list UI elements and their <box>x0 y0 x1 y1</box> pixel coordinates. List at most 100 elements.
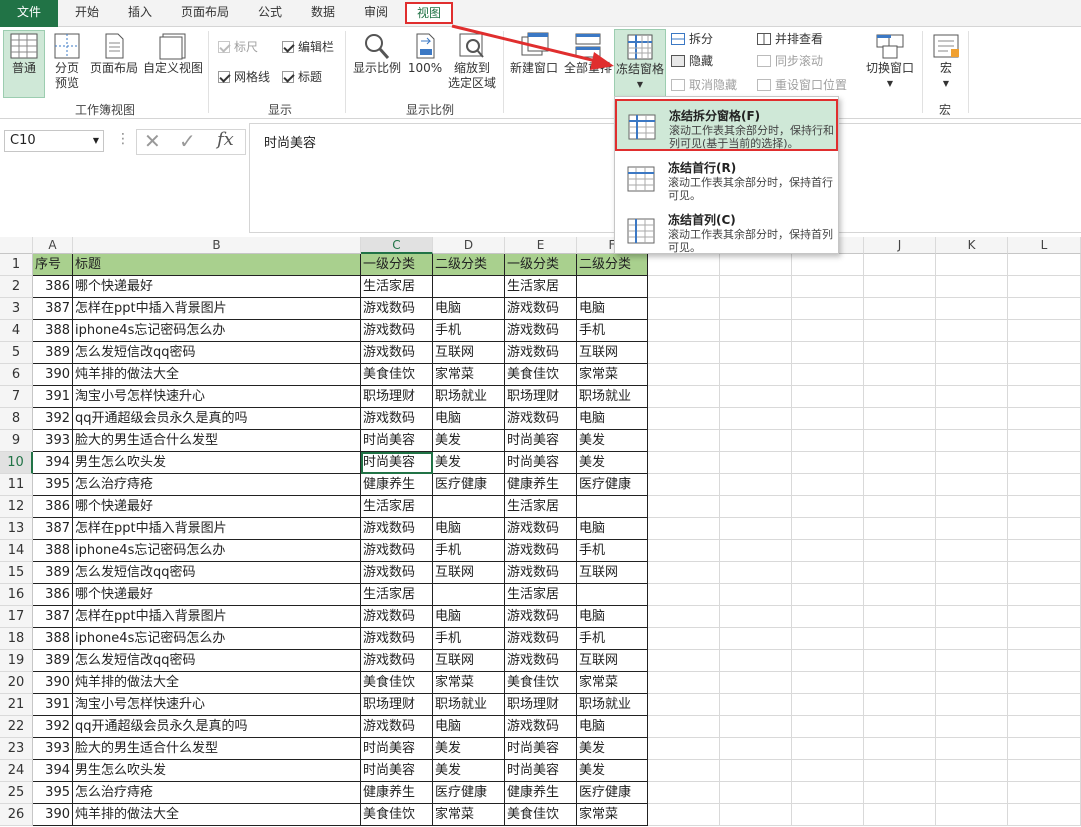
switch-windows-button[interactable]: 切换窗口 ▼ <box>862 31 918 91</box>
cell[interactable]: 手机 <box>433 628 505 650</box>
cell[interactable] <box>648 298 720 320</box>
cell[interactable] <box>936 804 1008 826</box>
freeze-top-row-item[interactable]: 冻结首行(R) 滚动工作表其余部分时，保持首行可见。 <box>616 153 837 205</box>
cell[interactable]: 游戏数码 <box>505 540 577 562</box>
cell[interactable] <box>1008 804 1081 826</box>
cell[interactable] <box>720 386 792 408</box>
cell[interactable] <box>1008 254 1081 276</box>
cell[interactable] <box>864 540 936 562</box>
cell[interactable] <box>792 364 864 386</box>
cell[interactable]: 游戏数码 <box>505 408 577 430</box>
cell[interactable]: qq开通超级会员永久是真的吗 <box>73 408 361 430</box>
cell[interactable] <box>648 430 720 452</box>
cell[interactable] <box>1008 342 1081 364</box>
cell[interactable]: 电脑 <box>433 298 505 320</box>
cell[interactable]: 手机 <box>577 320 648 342</box>
cell[interactable] <box>864 408 936 430</box>
cell[interactable] <box>792 430 864 452</box>
cell[interactable] <box>864 364 936 386</box>
cell[interactable]: 美发 <box>577 738 648 760</box>
cell[interactable]: 时尚美容 <box>361 760 433 782</box>
cell[interactable]: 职场就业 <box>577 694 648 716</box>
cell[interactable] <box>648 738 720 760</box>
cell[interactable]: iphone4s忘记密码怎么办 <box>73 628 361 650</box>
cell[interactable] <box>720 430 792 452</box>
cell[interactable] <box>792 474 864 496</box>
cell[interactable]: 生活家居 <box>361 584 433 606</box>
cell[interactable] <box>648 650 720 672</box>
cell[interactable]: 怎么治疗痔疮 <box>73 782 361 804</box>
cell[interactable] <box>1008 276 1081 298</box>
cell[interactable] <box>648 760 720 782</box>
cell[interactable]: 怎样在ppt中插入背景图片 <box>73 606 361 628</box>
cell[interactable]: 时尚美容 <box>505 452 577 474</box>
cell[interactable] <box>648 496 720 518</box>
cell[interactable] <box>792 738 864 760</box>
cell[interactable] <box>1008 540 1081 562</box>
cell[interactable] <box>936 452 1008 474</box>
view-side-by-side-button[interactable]: 并排查看 <box>757 29 823 49</box>
cell[interactable]: 游戏数码 <box>361 540 433 562</box>
cell[interactable] <box>936 782 1008 804</box>
cell[interactable] <box>936 650 1008 672</box>
cell[interactable] <box>1008 672 1081 694</box>
cell[interactable] <box>792 276 864 298</box>
cell[interactable] <box>720 408 792 430</box>
cell[interactable] <box>792 518 864 540</box>
cell[interactable] <box>792 694 864 716</box>
cell[interactable]: 生活家居 <box>505 276 577 298</box>
cell[interactable]: 电脑 <box>433 606 505 628</box>
row-header[interactable]: 12 <box>0 496 33 518</box>
cell[interactable] <box>936 540 1008 562</box>
hide-window-button[interactable]: 隐藏 <box>671 51 713 71</box>
row-header[interactable]: 19 <box>0 650 33 672</box>
cell[interactable]: 生活家居 <box>505 496 577 518</box>
cell[interactable] <box>648 254 720 276</box>
cell[interactable] <box>648 518 720 540</box>
cell[interactable]: 医疗健康 <box>577 474 648 496</box>
row-header[interactable]: 18 <box>0 628 33 650</box>
cell[interactable]: 393 <box>33 430 73 452</box>
tab-data[interactable]: 数据 <box>298 0 348 27</box>
cell[interactable] <box>864 386 936 408</box>
cell[interactable]: 标题 <box>73 254 361 276</box>
cell[interactable]: 健康养生 <box>361 474 433 496</box>
cell[interactable] <box>864 254 936 276</box>
cell[interactable] <box>720 364 792 386</box>
column-header[interactable]: A <box>33 237 73 254</box>
cell[interactable]: 游戏数码 <box>505 716 577 738</box>
cell[interactable]: 家常菜 <box>577 672 648 694</box>
cell[interactable]: 健康养生 <box>505 474 577 496</box>
cell[interactable] <box>864 320 936 342</box>
cell[interactable]: 时尚美容 <box>505 738 577 760</box>
row-header[interactable]: 22 <box>0 716 33 738</box>
freeze-first-column-item[interactable]: 冻结首列(C) 滚动工作表其余部分时，保持首列可见。 <box>616 205 837 257</box>
cell[interactable] <box>936 430 1008 452</box>
freeze-panes-button[interactable]: 冻结窗格 ▼ <box>614 29 666 99</box>
cell[interactable]: 手机 <box>577 540 648 562</box>
cell[interactable] <box>864 518 936 540</box>
tab-insert[interactable]: 插入 <box>115 0 165 27</box>
cell[interactable]: 386 <box>33 276 73 298</box>
cell[interactable] <box>864 606 936 628</box>
cell[interactable]: 生活家居 <box>361 276 433 298</box>
cell[interactable] <box>864 562 936 584</box>
cell[interactable]: 家常菜 <box>433 672 505 694</box>
cell[interactable] <box>1008 452 1081 474</box>
cell[interactable] <box>648 452 720 474</box>
cell[interactable] <box>1008 364 1081 386</box>
cell[interactable] <box>936 474 1008 496</box>
row-header[interactable]: 14 <box>0 540 33 562</box>
cell[interactable]: 游戏数码 <box>361 628 433 650</box>
spreadsheet-grid[interactable]: ABCDEFGHIJKL1序号标题一级分类二级分类一级分类二级分类2386哪个快… <box>0 237 1081 827</box>
cell[interactable] <box>792 496 864 518</box>
cell[interactable] <box>720 276 792 298</box>
cell[interactable]: 二级分类 <box>577 254 648 276</box>
cell[interactable]: 游戏数码 <box>361 298 433 320</box>
cell[interactable] <box>720 760 792 782</box>
cell[interactable]: 美食佳饮 <box>361 804 433 826</box>
cell[interactable]: 游戏数码 <box>505 606 577 628</box>
cell[interactable]: 美发 <box>433 452 505 474</box>
cell[interactable]: 美发 <box>433 738 505 760</box>
cell[interactable] <box>1008 474 1081 496</box>
